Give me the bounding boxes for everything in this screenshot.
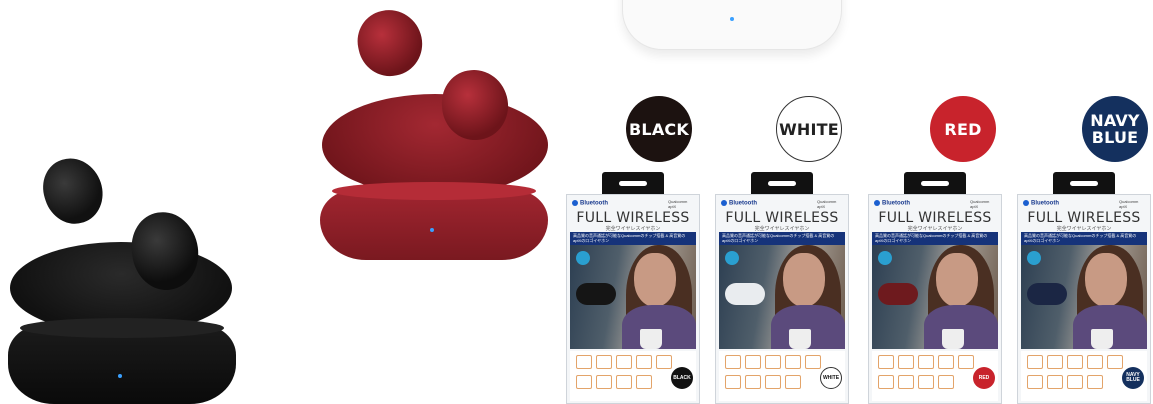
qualcomm-logo: Qualcomm aptX — [817, 199, 837, 209]
package-subtitle: 完全ワイヤレスイヤホン — [907, 226, 963, 232]
package-subtitle: 完全ワイヤレスイヤホン — [1056, 226, 1112, 232]
bluetooth-logo: Bluetooth — [874, 200, 910, 207]
swatch-red: RED — [930, 96, 996, 162]
package-case-image — [576, 283, 616, 305]
package-color-tag: WHITE — [820, 367, 842, 389]
package-hanger — [602, 172, 664, 196]
red-earbuds-product — [318, 4, 550, 260]
white-case-led-icon — [730, 17, 734, 21]
package-hanger — [904, 172, 966, 196]
package-box: Bluetooth Qualcomm aptX FULL WIRELESS 完全… — [1017, 194, 1151, 404]
package-color-tag: NAVY BLUE — [1122, 367, 1144, 389]
qualcomm-logo: Qualcomm aptX — [970, 199, 990, 209]
package-case-image — [725, 283, 765, 305]
package-feature-strip: 高品質の音声通話が可能なQualcommのチップ搭載 & 高音質のaptXのロゴ… — [1021, 232, 1147, 245]
black-earbuds-product — [0, 150, 240, 404]
red-case-rim — [332, 182, 536, 200]
package-case-image — [1027, 283, 1067, 305]
waterproof-badge-icon — [725, 251, 739, 265]
swatch-navy-blue: NAVY BLUE — [1082, 96, 1148, 162]
package-color-tag: RED — [973, 367, 995, 389]
bluetooth-logo: Bluetooth — [1023, 200, 1059, 207]
package-feature-strip: 高品質の音声通話が可能なQualcommのチップ搭載 & 高音質のaptXのロゴ… — [719, 232, 845, 245]
swatch-black: BLACK — [626, 96, 692, 162]
bluetooth-logo: Bluetooth — [572, 200, 608, 207]
package-white: Bluetooth Qualcomm aptX FULL WIRELESS 完全… — [715, 172, 851, 404]
bluetooth-logo: Bluetooth — [721, 200, 757, 207]
package-navy-blue: Bluetooth Qualcomm aptX FULL WIRELESS 完全… — [1017, 172, 1153, 404]
package-subtitle: 完全ワイヤレスイヤホン — [605, 226, 661, 232]
package-title: FULL WIRELESS — [878, 210, 992, 226]
package-title: FULL WIRELESS — [725, 210, 839, 226]
red-case-lid — [322, 94, 548, 196]
bluetooth-icon — [721, 200, 727, 206]
package-case-image — [878, 283, 918, 305]
package-color-tag: BLACK — [671, 367, 693, 389]
waterproof-badge-icon — [878, 251, 892, 265]
package-title: FULL WIRELESS — [1027, 210, 1141, 226]
red-case-led-icon — [430, 228, 434, 232]
bluetooth-icon — [874, 200, 880, 206]
black-earbud-left — [35, 150, 111, 232]
package-title: FULL WIRELESS — [576, 210, 690, 226]
waterproof-badge-icon — [1027, 251, 1041, 265]
package-photo — [570, 245, 696, 349]
package-feature-strip: 高品質の音声通話が可能なQualcommのチップ搭載 & 高音質のaptXのロゴ… — [872, 232, 998, 245]
package-box: Bluetooth Qualcomm aptX FULL WIRELESS 完全… — [868, 194, 1002, 404]
black-case-rim — [20, 318, 224, 338]
qualcomm-logo: Qualcomm aptX — [668, 199, 688, 209]
package-hanger — [1053, 172, 1115, 196]
black-case-led-icon — [118, 374, 122, 378]
white-case — [622, 0, 842, 50]
package-box: Bluetooth Qualcomm aptX FULL WIRELESS 完全… — [715, 194, 849, 404]
package-black: Bluetooth Qualcomm aptX FULL WIRELESS 完全… — [566, 172, 702, 404]
red-case-base — [320, 190, 548, 260]
red-earbud-left — [351, 4, 429, 82]
package-photo — [719, 245, 845, 349]
package-photo — [872, 245, 998, 349]
package-red: Bluetooth Qualcomm aptX FULL WIRELESS 完全… — [868, 172, 1004, 404]
package-photo — [1021, 245, 1147, 349]
bluetooth-icon — [572, 200, 578, 206]
waterproof-badge-icon — [576, 251, 590, 265]
package-box: Bluetooth Qualcomm aptX FULL WIRELESS 完全… — [566, 194, 700, 404]
package-hanger — [751, 172, 813, 196]
qualcomm-logo: Qualcomm aptX — [1119, 199, 1139, 209]
package-feature-strip: 高品質の音声通話が可能なQualcommのチップ搭載 & 高音質のaptXのロゴ… — [570, 232, 696, 245]
bluetooth-icon — [1023, 200, 1029, 206]
swatch-white: WHITE — [776, 96, 842, 162]
package-subtitle: 完全ワイヤレスイヤホン — [754, 226, 810, 232]
